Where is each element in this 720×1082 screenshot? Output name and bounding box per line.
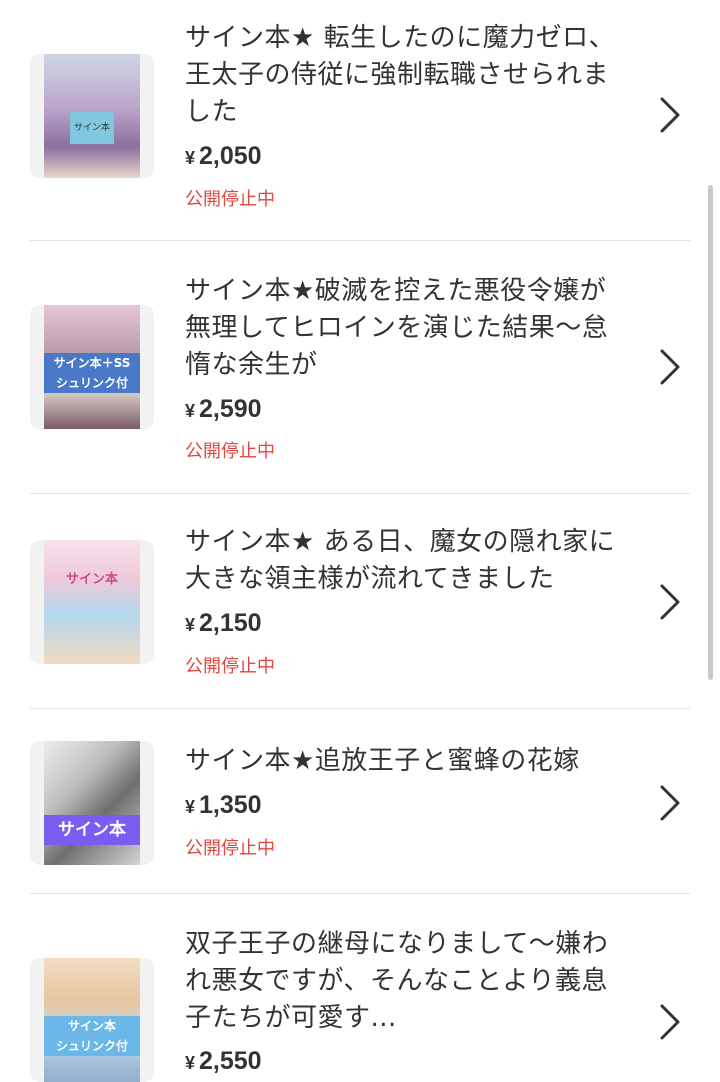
product-title: サイン本★破滅を控えた悪役令嬢が無理してヒロインを演じた結果〜怠惰な余生が: [185, 276, 609, 380]
status-label: 公開停止中: [185, 656, 275, 677]
product-title: サイン本★ 転生したのに魔力ゼロ、王太子の侍従に強制転職させられました: [185, 23, 616, 127]
list-item[interactable]: サイン本 サイン本★ 転生したのに魔力ゼロ、王太子の侍従に強制転職させられました…: [0, 0, 720, 240]
list-item[interactable]: サイン本 シュリンク付 双子王子の継母になりまして〜嫌われ悪女ですが、そんなこと…: [0, 894, 720, 1082]
product-thumbnail: サイン本 シュリンク付: [30, 958, 154, 1082]
book-cover-image: サイン本: [44, 540, 140, 664]
sign-sticker: サイン本: [70, 112, 114, 144]
book-cover-image: サイン本: [44, 54, 140, 178]
chevron-right-icon[interactable]: [652, 582, 684, 622]
cover-overlay-label: サイン本 シュリンク付: [44, 1016, 140, 1056]
product-thumbnail: サイン本: [30, 741, 154, 865]
list-item[interactable]: サイン本 サイン本★追放王子と蜜蜂の花嫁 ¥1,350 公開停止中: [0, 709, 720, 893]
product-title: サイン本★追放王子と蜜蜂の花嫁: [185, 746, 580, 776]
product-price: ¥2,050: [185, 142, 262, 170]
list-item[interactable]: サイン本 サイン本★ ある日、魔女の隠れ家に大きな領主様が流れてきました ¥2,…: [0, 494, 720, 708]
chevron-right-icon[interactable]: [652, 783, 684, 823]
chevron-right-icon[interactable]: [652, 1002, 684, 1042]
book-cover-image: サイン本＋SS シュリンク付: [44, 305, 140, 429]
status-label: 公開停止中: [185, 189, 275, 210]
product-price: ¥2,550: [185, 1047, 262, 1075]
book-cover-image: サイン本: [44, 741, 140, 865]
product-price: ¥2,590: [185, 395, 262, 423]
product-thumbnail: サイン本＋SS シュリンク付: [30, 305, 154, 429]
status-label: 公開停止中: [185, 838, 275, 859]
product-title: サイン本★ ある日、魔女の隠れ家に大きな領主様が流れてきました: [185, 527, 616, 594]
book-cover-image: サイン本 シュリンク付: [44, 958, 140, 1082]
product-thumbnail: サイン本: [30, 540, 154, 664]
scrollbar[interactable]: [708, 185, 713, 680]
cover-overlay-label: サイン本＋SS シュリンク付: [44, 353, 140, 393]
chevron-right-icon[interactable]: [652, 95, 684, 135]
status-label: 公開停止中: [185, 441, 275, 462]
product-thumbnail: サイン本: [30, 54, 154, 178]
cover-overlay-label: サイン本: [44, 815, 140, 845]
product-price: ¥1,350: [185, 791, 262, 819]
list-item[interactable]: サイン本＋SS シュリンク付 サイン本★破滅を控えた悪役令嬢が無理してヒロインを…: [0, 241, 720, 493]
product-price: ¥2,150: [185, 609, 262, 637]
chevron-right-icon[interactable]: [652, 347, 684, 387]
cover-overlay-label: サイン本: [65, 572, 118, 587]
product-title: 双子王子の継母になりまして〜嫌われ悪女ですが、そんなことより義息子たちが可愛す.…: [185, 929, 609, 1033]
